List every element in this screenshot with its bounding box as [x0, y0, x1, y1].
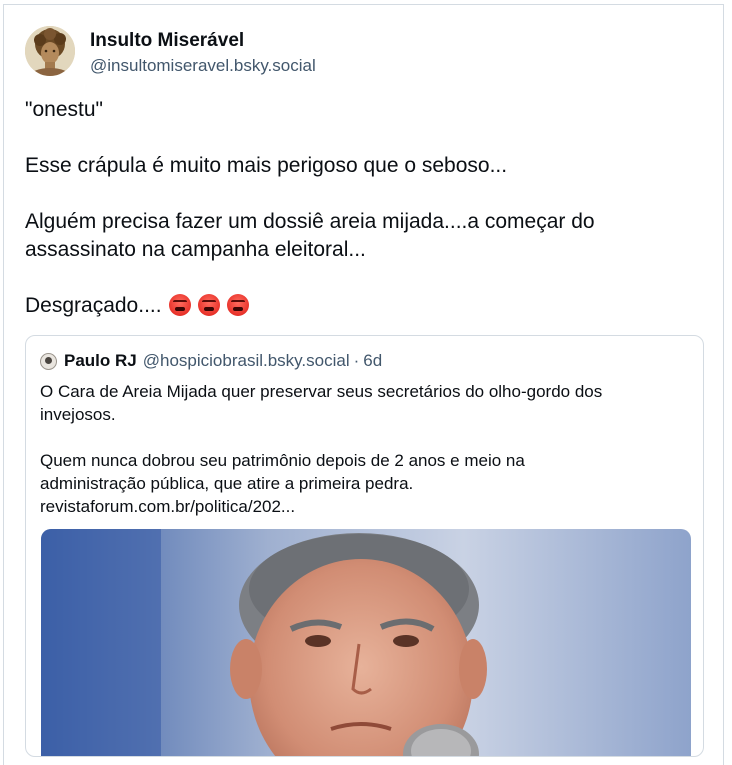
post-line: Desgraçado....: [25, 294, 162, 317]
quoted-post-card[interactable]: Paulo RJ @hospiciobrasil.bsky.social · 6…: [25, 335, 704, 757]
quote-line: invejosos.: [40, 405, 116, 424]
post-line: "onestu": [25, 98, 103, 121]
post-line: Esse crápula é muito mais perigoso que o…: [25, 154, 508, 177]
quoted-author-handle[interactable]: @hospiciobrasil.bsky.social: [143, 351, 350, 371]
author-avatar[interactable]: [25, 26, 75, 76]
post-text: "onestu" Esse crápula é muito mais perig…: [25, 96, 705, 320]
quote-line: O Cara de Areia Mijada quer preservar se…: [40, 382, 603, 401]
quote-line: administração pública, que atire a prime…: [40, 474, 414, 493]
angry-face-emoji-icon: [168, 294, 191, 316]
post-line: assassinato na campanha eleitoral...: [25, 238, 366, 261]
quoted-author-avatar[interactable]: [40, 352, 57, 370]
quoted-post-image[interactable]: [41, 529, 691, 756]
post-card[interactable]: Insulto Miserável @insultomiseravel.bsky…: [3, 4, 724, 765]
quoted-post-header: Paulo RJ @hospiciobrasil.bsky.social · 6…: [40, 350, 382, 372]
quoted-post-link[interactable]: revistaforum.com.br/politica/202...: [40, 495, 690, 518]
quoted-post-text: O Cara de Areia Mijada quer preservar se…: [40, 380, 690, 518]
quoted-author-name[interactable]: Paulo RJ: [64, 351, 137, 371]
angry-face-emoji-icon: [226, 294, 249, 316]
quoted-post-time[interactable]: 6d: [363, 351, 382, 371]
author-handle[interactable]: @insultomiseravel.bsky.social: [90, 56, 316, 76]
author-name[interactable]: Insulto Miserável: [90, 30, 244, 52]
separator: ·: [353, 351, 360, 370]
post-line: Alguém precisa fazer um dossiê areia mij…: [25, 210, 595, 233]
quote-line: Quem nunca dobrou seu patrimônio depois …: [40, 451, 525, 470]
angry-face-emoji-icon: [197, 294, 220, 316]
photo-image: [41, 529, 691, 756]
post-line-final: Desgraçado....: [25, 292, 705, 320]
